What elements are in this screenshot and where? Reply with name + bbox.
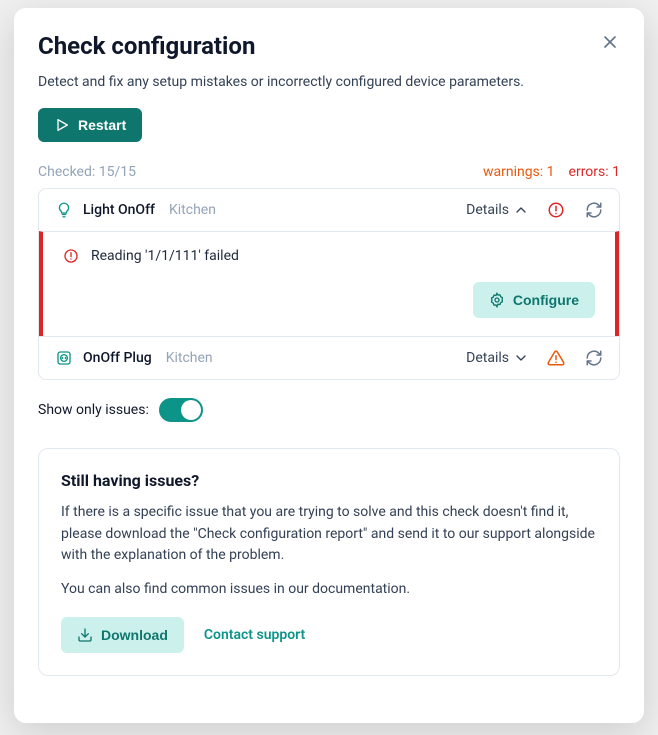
download-button[interactable]: Download [61,617,184,653]
device-name: Light OnOff [83,202,155,218]
help-body-2: You can also find common issues in our d… [61,579,597,601]
restart-label: Restart [78,117,126,133]
device-detail-panel: Reading '1/1/111' failed Configure [39,231,619,336]
modal-subtitle: Detect and fix any setup mistakes or inc… [38,74,620,90]
download-label: Download [101,627,168,643]
download-icon [77,627,93,643]
refresh-button[interactable] [585,349,603,367]
warning-status-icon [547,349,565,367]
device-location: Kitchen [169,202,216,218]
details-toggle[interactable]: Details [466,350,529,366]
warnings-count: warnings: 1 [483,164,555,180]
modal-title: Check configuration [38,32,255,60]
device-row: OnOff Plug Kitchen Details [39,336,619,379]
lightbulb-icon [55,201,73,219]
details-toggle[interactable]: Details [466,202,529,218]
filter-label: Show only issues: [38,402,149,418]
help-title: Still having issues? [61,471,597,490]
help-card: Still having issues? If there is a speci… [38,448,620,676]
restart-button[interactable]: Restart [38,108,142,142]
device-name: OnOff Plug [83,350,152,366]
error-icon [63,248,79,264]
device-location: Kitchen [166,350,213,366]
checked-count: Checked: 15/15 [38,164,136,180]
gear-icon [489,292,505,308]
refresh-button[interactable] [585,201,603,219]
error-message: Reading '1/1/111' failed [91,248,239,264]
device-list: Light OnOff Kitchen Details Reading '1/1… [38,188,620,380]
contact-support-link[interactable]: Contact support [204,627,305,643]
configure-label: Configure [513,292,579,308]
details-label: Details [466,350,509,366]
close-icon [600,32,620,52]
close-button[interactable] [596,28,624,56]
status-row: Checked: 15/15 warnings: 1 errors: 1 [38,164,620,180]
plug-icon [55,349,73,367]
chevron-down-icon [513,350,529,366]
refresh-icon [585,349,603,367]
refresh-icon [585,201,603,219]
show-only-issues-toggle[interactable] [159,398,203,422]
device-row: Light OnOff Kitchen Details [39,189,619,231]
error-status-icon [547,201,565,219]
errors-count: errors: 1 [569,164,620,180]
play-icon [54,117,70,133]
help-body-1: If there is a specific issue that you ar… [61,502,597,567]
chevron-up-icon [513,202,529,218]
check-configuration-modal: Check configuration Detect and fix any s… [14,8,644,723]
details-label: Details [466,202,509,218]
configure-button[interactable]: Configure [473,282,595,318]
